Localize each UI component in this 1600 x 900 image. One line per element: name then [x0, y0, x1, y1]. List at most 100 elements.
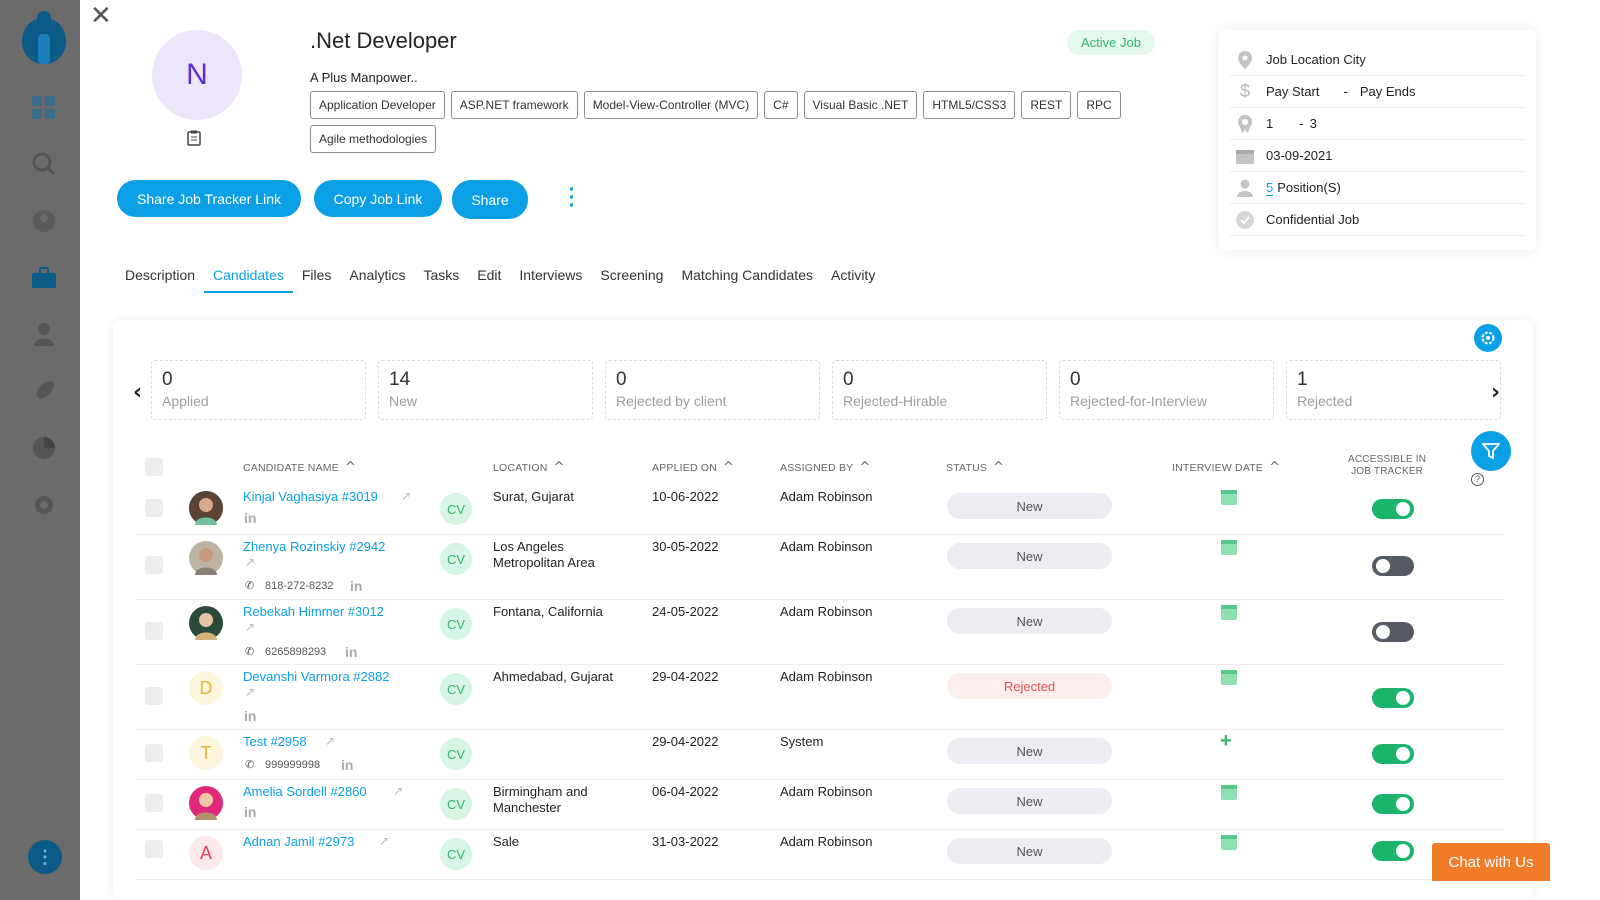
dashboard-icon[interactable] — [30, 94, 58, 122]
logo-icon[interactable] — [19, 8, 69, 66]
status-pill[interactable]: New — [947, 543, 1112, 569]
row-checkbox[interactable] — [145, 499, 163, 517]
status-pill[interactable]: Rejected — [947, 673, 1112, 699]
chevron-left-icon[interactable]: ‹ — [133, 380, 142, 405]
external-link-icon[interactable]: ↗ — [245, 555, 255, 569]
job-tracker-toggle[interactable] — [1372, 688, 1414, 708]
stat-rejected-for-interview[interactable]: 0 Rejected-for-Interview — [1059, 360, 1274, 420]
close-icon[interactable]: ✕ — [90, 3, 112, 29]
stat-applied[interactable]: 0 Applied — [151, 360, 366, 420]
briefcase-icon[interactable] — [30, 264, 58, 292]
job-tracker-toggle[interactable] — [1372, 622, 1414, 642]
row-checkbox[interactable] — [145, 744, 163, 762]
status-pill[interactable]: New — [947, 838, 1112, 864]
external-link-icon[interactable]: ↗ — [379, 834, 389, 848]
sort-icon[interactable]: ^ — [723, 460, 734, 475]
cv-badge[interactable]: CV — [440, 838, 472, 870]
status-pill[interactable]: New — [947, 493, 1112, 519]
tab-screening[interactable]: Screening — [591, 265, 672, 293]
tab-matching-candidates[interactable]: Matching Candidates — [672, 265, 822, 293]
chat-with-us-button[interactable]: Chat with Us — [1432, 843, 1550, 881]
gear-icon[interactable] — [1474, 324, 1502, 352]
cv-badge[interactable]: CV — [440, 543, 472, 575]
user-icon[interactable] — [30, 207, 58, 235]
external-link-icon[interactable]: ↗ — [245, 620, 255, 634]
row-checkbox[interactable] — [145, 687, 163, 705]
tab-files[interactable]: Files — [293, 265, 341, 293]
status-pill[interactable]: New — [947, 608, 1112, 634]
tab-edit[interactable]: Edit — [468, 265, 510, 293]
chart-icon[interactable] — [30, 434, 58, 462]
more-menu-button[interactable]: ⋮ — [28, 840, 62, 874]
sort-icon[interactable]: ^ — [1269, 460, 1280, 475]
job-tracker-toggle[interactable] — [1372, 794, 1414, 814]
cv-badge[interactable]: CV — [440, 608, 472, 640]
tab-interviews[interactable]: Interviews — [510, 265, 591, 293]
candidate-name-link[interactable]: Devanshi Varmora #2882 — [243, 669, 389, 684]
sort-icon[interactable]: ^ — [859, 460, 870, 475]
calendar-icon[interactable] — [1221, 539, 1237, 555]
external-link-icon[interactable]: ↗ — [245, 685, 255, 699]
external-link-icon[interactable]: ↗ — [393, 784, 403, 798]
more-options-icon[interactable]: · · · — [566, 180, 578, 216]
candidate-name-link[interactable]: Rebekah Himmer #3012 — [243, 604, 384, 619]
copy-job-link-button[interactable]: Copy Job Link — [314, 180, 442, 217]
col-applied-on[interactable]: APPLIED ON ^ — [652, 460, 734, 475]
tab-tasks[interactable]: Tasks — [414, 265, 468, 293]
status-pill[interactable]: New — [947, 738, 1112, 764]
candidate-name-link[interactable]: Amelia Sordell #2860 — [243, 784, 367, 799]
row-checkbox[interactable] — [145, 622, 163, 640]
share-job-tracker-link-button[interactable]: Share Job Tracker Link — [117, 180, 301, 217]
row-checkbox[interactable] — [145, 794, 163, 812]
linkedin-icon[interactable]: in — [244, 708, 256, 724]
tab-candidates[interactable]: Candidates — [204, 265, 293, 293]
sort-icon[interactable]: ^ — [345, 460, 356, 475]
stat-rejected-hirable[interactable]: 0 Rejected-Hirable — [832, 360, 1047, 420]
candidate-name-link[interactable]: Test #2958 — [243, 734, 307, 749]
tab-description[interactable]: Description — [116, 265, 204, 293]
calendar-icon[interactable] — [1221, 604, 1237, 620]
candidate-name-link[interactable]: Kinjal Vaghasiya #3019 — [243, 489, 378, 504]
linkedin-icon[interactable]: in — [341, 757, 353, 773]
candidate-name-link[interactable]: Zhenya Rozinskiy #2942 — [243, 539, 385, 554]
row-checkbox[interactable] — [145, 840, 163, 858]
positions-count[interactable]: 5 — [1266, 180, 1274, 196]
col-location[interactable]: LOCATION ^ — [493, 460, 565, 475]
col-interview-date[interactable]: INTERVIEW DATE ^ — [1172, 460, 1280, 475]
calendar-icon[interactable] — [1221, 834, 1237, 850]
select-all-checkbox[interactable] — [145, 458, 163, 476]
calendar-icon[interactable] — [1221, 489, 1237, 505]
calendar-icon[interactable] — [1221, 669, 1237, 685]
job-tracker-toggle[interactable] — [1372, 841, 1414, 861]
share-button[interactable]: Share — [452, 180, 528, 219]
tab-analytics[interactable]: Analytics — [340, 265, 414, 293]
rocket-icon[interactable] — [30, 377, 58, 405]
stat-rejected[interactable]: 1 Rejected — [1286, 360, 1501, 420]
col-status[interactable]: STATUS ^ — [946, 460, 1004, 475]
job-tracker-toggle[interactable] — [1372, 556, 1414, 576]
calendar-icon[interactable] — [1221, 784, 1237, 800]
job-tracker-toggle[interactable] — [1372, 744, 1414, 764]
external-link-icon[interactable]: ↗ — [401, 489, 411, 503]
col-candidate-name[interactable]: CANDIDATE NAME ^ — [243, 460, 356, 475]
stat-rejected-by-client[interactable]: 0 Rejected by client — [605, 360, 820, 420]
company-name[interactable]: A Plus Manpower.. — [310, 70, 418, 85]
settings-icon[interactable] — [30, 491, 58, 519]
col-assigned-by[interactable]: ASSIGNED BY ^ — [780, 460, 870, 475]
cv-badge[interactable]: CV — [440, 788, 472, 820]
add-interview-icon[interactable]: + — [1220, 730, 1232, 753]
sort-icon[interactable]: ^ — [993, 460, 1004, 475]
row-checkbox[interactable] — [145, 556, 163, 574]
cv-badge[interactable]: CV — [440, 738, 472, 770]
agent-icon[interactable] — [30, 320, 58, 348]
candidate-name-link[interactable]: Adnan Jamil #2973 — [243, 834, 354, 849]
linkedin-icon[interactable]: in — [244, 510, 256, 526]
linkedin-icon[interactable]: in — [244, 804, 256, 820]
job-tracker-toggle[interactable] — [1372, 499, 1414, 519]
cv-badge[interactable]: CV — [440, 673, 472, 705]
status-pill[interactable]: New — [947, 788, 1112, 814]
stat-new[interactable]: 14 New — [378, 360, 593, 420]
linkedin-icon[interactable]: in — [350, 578, 362, 594]
linkedin-icon[interactable]: in — [345, 644, 357, 660]
sort-icon[interactable]: ^ — [554, 460, 565, 475]
